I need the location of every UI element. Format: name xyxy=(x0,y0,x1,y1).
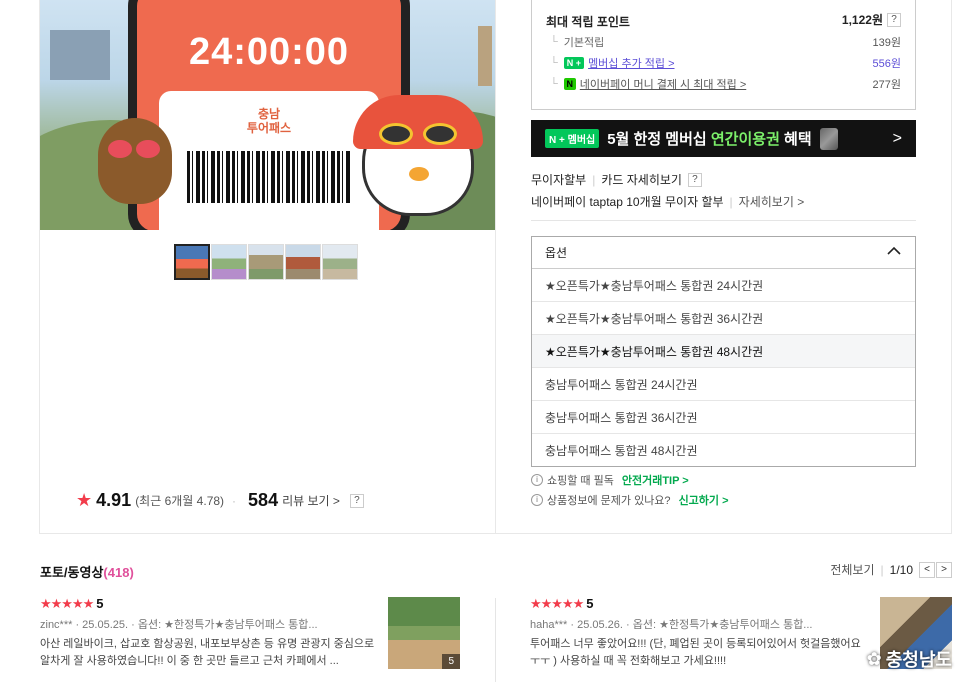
watermark-logo-icon: ✿ xyxy=(866,648,882,669)
page-indicator: 1/10 xyxy=(889,562,913,577)
naverpay-icon: N xyxy=(563,78,576,90)
installment-row: 무이자할부 | 카드 자세히보기 ? xyxy=(531,171,702,188)
membership-points-link[interactable]: 멤버십 추가 적립 > xyxy=(588,55,674,71)
review-body: 아산 레일바이크, 삽교호 함상공원, 내포보부상촌 등 유명 관광지 중심으로… xyxy=(40,638,375,667)
points-row-amount: 139원 xyxy=(872,37,901,49)
thumbnail-strip xyxy=(174,244,358,280)
review-score: 5 xyxy=(586,596,594,611)
thumbnail-5[interactable] xyxy=(322,244,358,280)
points-row-amount: 277원 xyxy=(872,79,901,91)
points-title: 최대 적립 포인트 xyxy=(546,15,630,29)
help-icon[interactable]: ? xyxy=(687,172,702,187)
review-image[interactable]: 5 xyxy=(388,597,460,669)
option-item[interactable]: ★오픈특가★충남투어패스 통합권 48시간권 xyxy=(532,335,915,368)
points-total: 1,122원 xyxy=(841,13,883,27)
image-count: 5 xyxy=(442,654,460,669)
divider xyxy=(495,598,496,682)
ticket-icon xyxy=(819,127,838,150)
chevron-up-icon xyxy=(887,246,901,255)
separator: | xyxy=(880,562,884,577)
barcode-graphic xyxy=(187,151,351,203)
review-card[interactable]: ★★★★★ 5 zinc*** · 25.05.25. · 옵션: ★한정특가★충… xyxy=(40,596,480,682)
option-item[interactable]: ★오픈특가★충남투어패스 통합권 36시간권 xyxy=(532,302,915,335)
info-icon: i xyxy=(531,474,543,486)
prev-page-button[interactable]: < xyxy=(919,561,935,578)
option-item[interactable]: 충남투어패스 통합권 36시간권 xyxy=(532,401,915,434)
separator: | xyxy=(592,172,596,187)
thumbnail-3[interactable] xyxy=(248,244,284,280)
view-all-link[interactable]: 전체보기 xyxy=(830,561,874,578)
option-label: 옵션 xyxy=(545,246,568,260)
review-link[interactable]: 리뷰 보기 > xyxy=(282,492,340,509)
points-box: 최대 적립 포인트 1,122원 ? └ 기본적립 139원 └ N + 멤버십… xyxy=(531,0,916,110)
review-score: 5 xyxy=(96,596,104,611)
rating-score: 4.91 xyxy=(96,490,132,510)
branch-icon: └ xyxy=(550,57,558,69)
ticket-timer: 24:00:00 xyxy=(188,31,350,73)
points-row-npay: └ N 네이버페이 머니 결제 시 최대 적립 > 277원 xyxy=(550,76,901,92)
review-count: 584 xyxy=(248,490,279,510)
safe-trade-link[interactable]: 안전거래TIP > xyxy=(622,472,689,488)
watermark-text: 충청남도 xyxy=(885,650,952,670)
notice-text: 쇼핑할 때 필독 xyxy=(547,475,614,487)
ticket-card: 충남 투어패스 xyxy=(159,91,379,230)
points-row-label: 기본적립 xyxy=(563,37,605,49)
report-link[interactable]: 신고하기 > xyxy=(679,492,729,508)
branch-icon: └ xyxy=(550,78,558,90)
photo-review-count: (418) xyxy=(103,565,134,580)
help-icon[interactable]: ? xyxy=(349,493,364,508)
membership-badge: N + 멤버십 xyxy=(545,129,600,148)
taptap-label: 네이버페이 taptap 10개월 무이자 할부 xyxy=(531,195,724,209)
thumbnail-4[interactable] xyxy=(285,244,321,280)
card-detail-link[interactable]: 카드 자세히보기 xyxy=(601,171,682,188)
divider xyxy=(531,220,916,221)
points-total-wrap: 1,122원 ? xyxy=(842,11,901,28)
naver-plus-icon: N + xyxy=(563,57,585,69)
option-item[interactable]: 충남투어패스 통합권 48시간권 xyxy=(532,434,915,467)
points-row-membership: └ N + 멤버십 추가 적립 > 556원 xyxy=(550,55,901,71)
option-item[interactable]: 충남투어패스 통합권 24시간권 xyxy=(532,368,915,401)
chungnam-watermark: ✿ 충청남도 xyxy=(867,646,952,672)
photo-review-title: 포토/동영상(418) xyxy=(40,565,134,580)
next-page-button[interactable]: > xyxy=(936,561,952,578)
report-notice: i 상품정보에 문제가 있나요? 신고하기 > xyxy=(531,492,729,508)
separator: | xyxy=(729,194,733,209)
review-meta: haha*** · 25.05.26. · 옵션: ★한정특가★충남투어패스 통… xyxy=(530,619,813,631)
option-dropdown[interactable]: 옵션 ★오픈특가★충남투어패스 통합권 24시간권 ★오픈특가★충남투어패스 통… xyxy=(531,236,916,467)
star-icon: ★ xyxy=(76,490,93,510)
branch-icon: └ xyxy=(550,36,558,48)
option-item[interactable]: ★오픈특가★충남투어패스 통합권 24시간권 xyxy=(532,269,915,302)
points-row-amount: 556원 xyxy=(872,58,901,70)
points-row-basic: └ 기본적립 139원 xyxy=(550,34,901,50)
notice-text: 상품정보에 문제가 있나요? xyxy=(547,495,671,507)
mascot-potato-character xyxy=(98,118,172,204)
background-tower xyxy=(478,26,492,86)
thumbnail-2[interactable] xyxy=(211,244,247,280)
review-meta: zinc*** · 25.05.25. · 옵션: ★한정특가★충남투어패스 통… xyxy=(40,619,318,631)
review-stars: ★★★★★ xyxy=(530,596,584,611)
tourpass-logo: 충남 투어패스 xyxy=(246,107,292,135)
rating-summary: ★ 4.91 (최근 6개월 4.78) · 584 리뷰 보기 > ? xyxy=(76,490,364,511)
product-gallery-card: 24:00:00 충남 투어패스 ★ 4.91 (최근 6개월 4.78) · 5… xyxy=(39,0,496,534)
banner-text: 5월 한정 멤버십 연간이용권 혜택 xyxy=(607,131,812,148)
mascot-bird-character xyxy=(353,95,483,216)
taptap-detail-link[interactable]: 자세히보기 > xyxy=(739,193,805,210)
photo-review-nav: 전체보기 | 1/10 < > xyxy=(830,561,952,578)
npay-points-link[interactable]: 네이버페이 머니 결제 시 최대 적립 > xyxy=(580,76,746,92)
thumbnail-1[interactable] xyxy=(174,244,210,280)
info-icon: i xyxy=(531,494,543,506)
help-icon[interactable]: ? xyxy=(887,12,901,27)
option-dropdown-header[interactable]: 옵션 xyxy=(532,237,915,269)
review-body: 투어패스 너무 좋았어요!!! (단, 폐업된 곳이 등록되어있어서 헛걸음했어… xyxy=(530,638,861,667)
background-buildings xyxy=(50,30,110,80)
membership-banner[interactable]: N + 멤버십 5월 한정 멤버십 연간이용권 혜택 > xyxy=(531,120,916,157)
installment-label: 무이자할부 xyxy=(531,173,587,187)
taptap-row: 네이버페이 taptap 10개월 무이자 할부 | 자세히보기 > xyxy=(531,193,804,210)
rating-recent: (최근 6개월 4.78) xyxy=(135,494,225,508)
review-stars: ★★★★★ xyxy=(40,596,94,611)
safe-trade-notice: i 쇼핑할 때 필독 안전거래TIP > xyxy=(531,472,689,488)
separator-dot: · xyxy=(232,493,237,508)
product-main-image[interactable]: 24:00:00 충남 투어패스 xyxy=(40,0,495,230)
chevron-right-icon: > xyxy=(892,129,902,147)
